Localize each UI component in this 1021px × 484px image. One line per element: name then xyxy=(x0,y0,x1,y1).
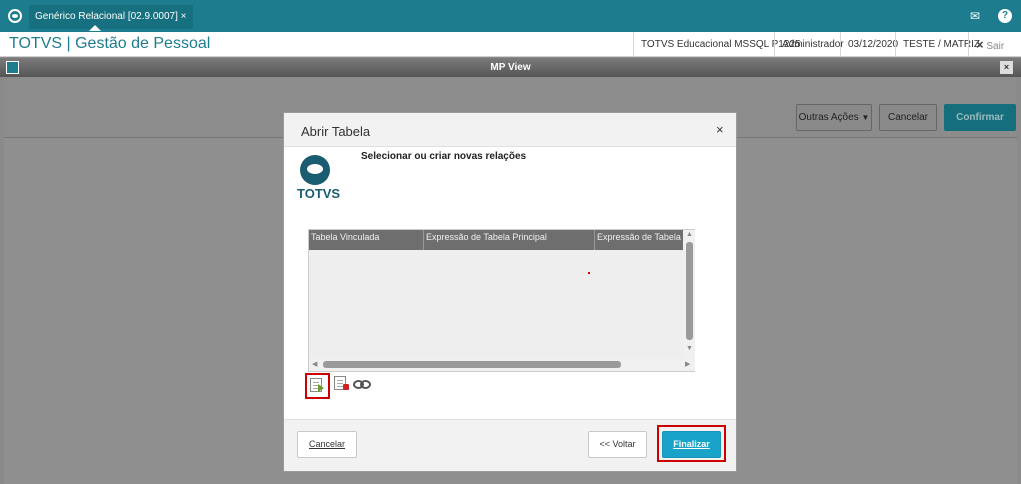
tab-generico-relacional[interactable]: Genérico Relacional [02.9.0007] × xyxy=(29,5,193,31)
help-icon[interactable]: ? xyxy=(998,9,1012,23)
delete-mark-icon xyxy=(343,384,349,390)
add-relation-button[interactable] xyxy=(305,373,330,399)
mail-icon[interactable]: ✉ xyxy=(970,9,980,23)
exit-label: Sair xyxy=(986,41,1005,52)
app-header: TOTVS | Gestão de Pessoal TOTVS Educacio… xyxy=(0,32,1021,57)
scroll-left-icon[interactable]: ◀ xyxy=(312,360,317,368)
column-header-expressao-principal[interactable]: Expressão de Tabela Principal xyxy=(424,230,595,250)
confirm-button[interactable]: Confirmar xyxy=(944,104,1016,131)
finish-highlight xyxy=(657,425,726,462)
vertical-scrollbar[interactable]: ▲ ▼ xyxy=(683,230,695,358)
window-close-icon[interactable]: × xyxy=(1000,61,1013,74)
link-icon[interactable] xyxy=(353,379,373,391)
window-title: MP View xyxy=(490,62,531,73)
dialog-close-icon[interactable]: × xyxy=(716,122,724,137)
link-ring-right xyxy=(360,380,371,389)
top-bar: Genérico Relacional [02.9.0007] × ✉ ? xyxy=(0,0,1021,32)
dialog-cancel-label: Cancelar xyxy=(308,439,346,449)
dialog-title-bar: Abrir Tabela × xyxy=(284,113,736,147)
vertical-scroll-thumb[interactable] xyxy=(686,242,693,340)
company-label[interactable]: TESTE / MATRIZ xyxy=(895,32,980,57)
open-table-dialog: Abrir Tabela × TOTVS Selecionar ou criar… xyxy=(283,112,737,472)
horizontal-scrollbar[interactable]: ◀ ▶ xyxy=(309,358,695,371)
more-actions-button[interactable]: Outras Ações ▼ xyxy=(796,104,872,131)
remove-relation-button[interactable] xyxy=(334,376,350,392)
environment-label[interactable]: TOTVS Educacional MSSQL P1225 xyxy=(633,32,801,57)
dialog-cancel-button[interactable]: Cancelar xyxy=(297,431,357,458)
green-arrow-icon xyxy=(318,384,324,392)
exit-button[interactable]: × Sair xyxy=(968,32,1021,57)
totvs-logo xyxy=(300,155,330,185)
brand-title: TOTVS | Gestão de Pessoal xyxy=(9,35,211,52)
tab-caret-icon xyxy=(89,25,101,31)
scroll-down-icon[interactable]: ▼ xyxy=(686,345,693,352)
more-actions-label: Outras Ações xyxy=(798,112,859,123)
horizontal-scroll-thumb[interactable] xyxy=(323,361,621,368)
totvs-logo-icon[interactable] xyxy=(8,9,22,23)
grid-marker xyxy=(588,272,590,274)
dialog-title: Abrir Tabela xyxy=(301,124,371,139)
totvs-logo-text: TOTVS xyxy=(297,186,341,201)
user-label[interactable]: Administrador xyxy=(774,32,844,57)
grid-header: Tabela Vinculada Expressão de Tabela Pri… xyxy=(309,230,683,250)
relations-grid[interactable]: Tabela Vinculada Expressão de Tabela Pri… xyxy=(308,229,695,372)
close-icon: × xyxy=(976,37,984,52)
tab-title: Genérico Relacional [02.9.0007] xyxy=(35,11,178,22)
scroll-right-icon[interactable]: ▶ xyxy=(685,360,690,368)
dialog-heading: Selecionar ou criar novas relações xyxy=(361,151,527,162)
column-header-tabela-vinculada[interactable]: Tabela Vinculada xyxy=(309,230,424,250)
back-button[interactable]: << Voltar xyxy=(588,431,647,458)
chevron-down-icon: ▼ xyxy=(861,113,870,122)
date-label[interactable]: 03/12/2020 xyxy=(840,32,898,57)
background-cancel-button[interactable]: Cancelar xyxy=(879,104,937,131)
tab-close-icon[interactable]: × xyxy=(181,11,187,22)
column-header-expressao-relacionada[interactable]: Expressão de Tabela Re xyxy=(595,230,683,250)
window-title-bar: MP View × xyxy=(0,58,1021,77)
scroll-up-icon[interactable]: ▲ xyxy=(686,231,693,238)
